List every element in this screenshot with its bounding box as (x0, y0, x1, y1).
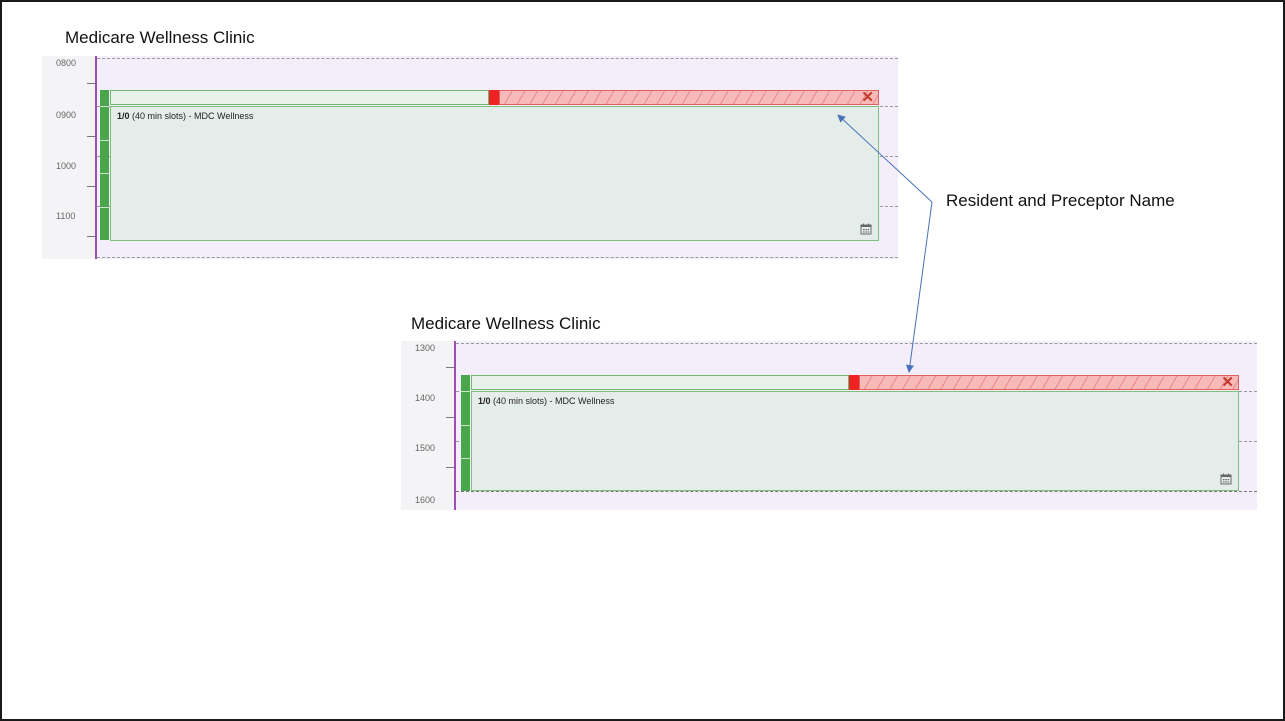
time-label: 1000 (56, 161, 77, 171)
hour-line (456, 491, 1257, 492)
blocked-marker (849, 375, 859, 390)
strip-divider (100, 106, 109, 107)
strip-divider (100, 207, 109, 208)
hour-line (456, 343, 1257, 344)
hour-line (97, 257, 898, 258)
tick (446, 367, 454, 368)
slot-status-strip (100, 90, 109, 240)
time-label: 1500 (415, 443, 436, 453)
strip-divider (100, 173, 109, 174)
calendar-icon[interactable] (1220, 473, 1232, 485)
slot-label: 1/0 (40 min slots) - MDC Wellness (478, 396, 614, 406)
blocked-marker (489, 90, 499, 105)
time-label: 1400 (415, 393, 436, 403)
schedule-panel: 1300 1400 1500 1600 ✕ 1/0 (40 min slots)… (401, 341, 1257, 510)
appointment-header-bar[interactable] (110, 90, 489, 105)
annotation-label: Resident and Preceptor Name (946, 191, 1175, 210)
time-label: 1100 (56, 211, 76, 221)
tick (87, 186, 95, 187)
tick (87, 236, 95, 237)
tick (87, 136, 95, 137)
slot-desc: (40 min slots) - MDC Wellness (129, 111, 254, 121)
slot-status-strip (461, 375, 470, 491)
close-x-icon[interactable]: ✕ (1221, 374, 1234, 391)
appointment-header-bar[interactable] (471, 375, 849, 390)
slot-count: 1/0 (117, 111, 130, 121)
time-label: 0900 (56, 110, 77, 120)
time-label: 1300 (415, 343, 436, 353)
appointment-slot[interactable]: 1/0 (40 min slots) - MDC Wellness (471, 391, 1239, 491)
clinic-title: Medicare Wellness Clinic (65, 28, 255, 47)
strip-divider (461, 391, 470, 392)
clinic-title: Medicare Wellness Clinic (411, 314, 601, 333)
strip-divider (461, 425, 470, 426)
tick (87, 83, 95, 84)
calendar-icon[interactable] (860, 223, 872, 235)
slot-count: 1/0 (478, 396, 491, 406)
resident-preceptor-block[interactable]: ✕ (859, 374, 1239, 391)
close-x-icon[interactable]: ✕ (861, 89, 874, 106)
tick (446, 467, 454, 468)
schedule-panel: 0800 0900 1000 1100 ✕ 1/0 (40 min slots)… (42, 56, 898, 259)
appointment-slot[interactable]: 1/0 (40 min slots) - MDC Wellness (110, 106, 879, 241)
resident-preceptor-block[interactable]: ✕ (499, 89, 879, 106)
time-label: 1600 (415, 495, 436, 505)
strip-divider (100, 140, 109, 141)
hour-line (97, 58, 898, 59)
time-gutter: 1300 1400 1500 1600 (401, 341, 456, 510)
tick (446, 417, 454, 418)
time-label: 0800 (56, 58, 77, 68)
slot-label: 1/0 (40 min slots) - MDC Wellness (117, 111, 253, 121)
time-gutter: 0800 0900 1000 1100 (42, 56, 97, 259)
slot-desc: (40 min slots) - MDC Wellness (490, 396, 615, 406)
strip-divider (461, 458, 470, 459)
